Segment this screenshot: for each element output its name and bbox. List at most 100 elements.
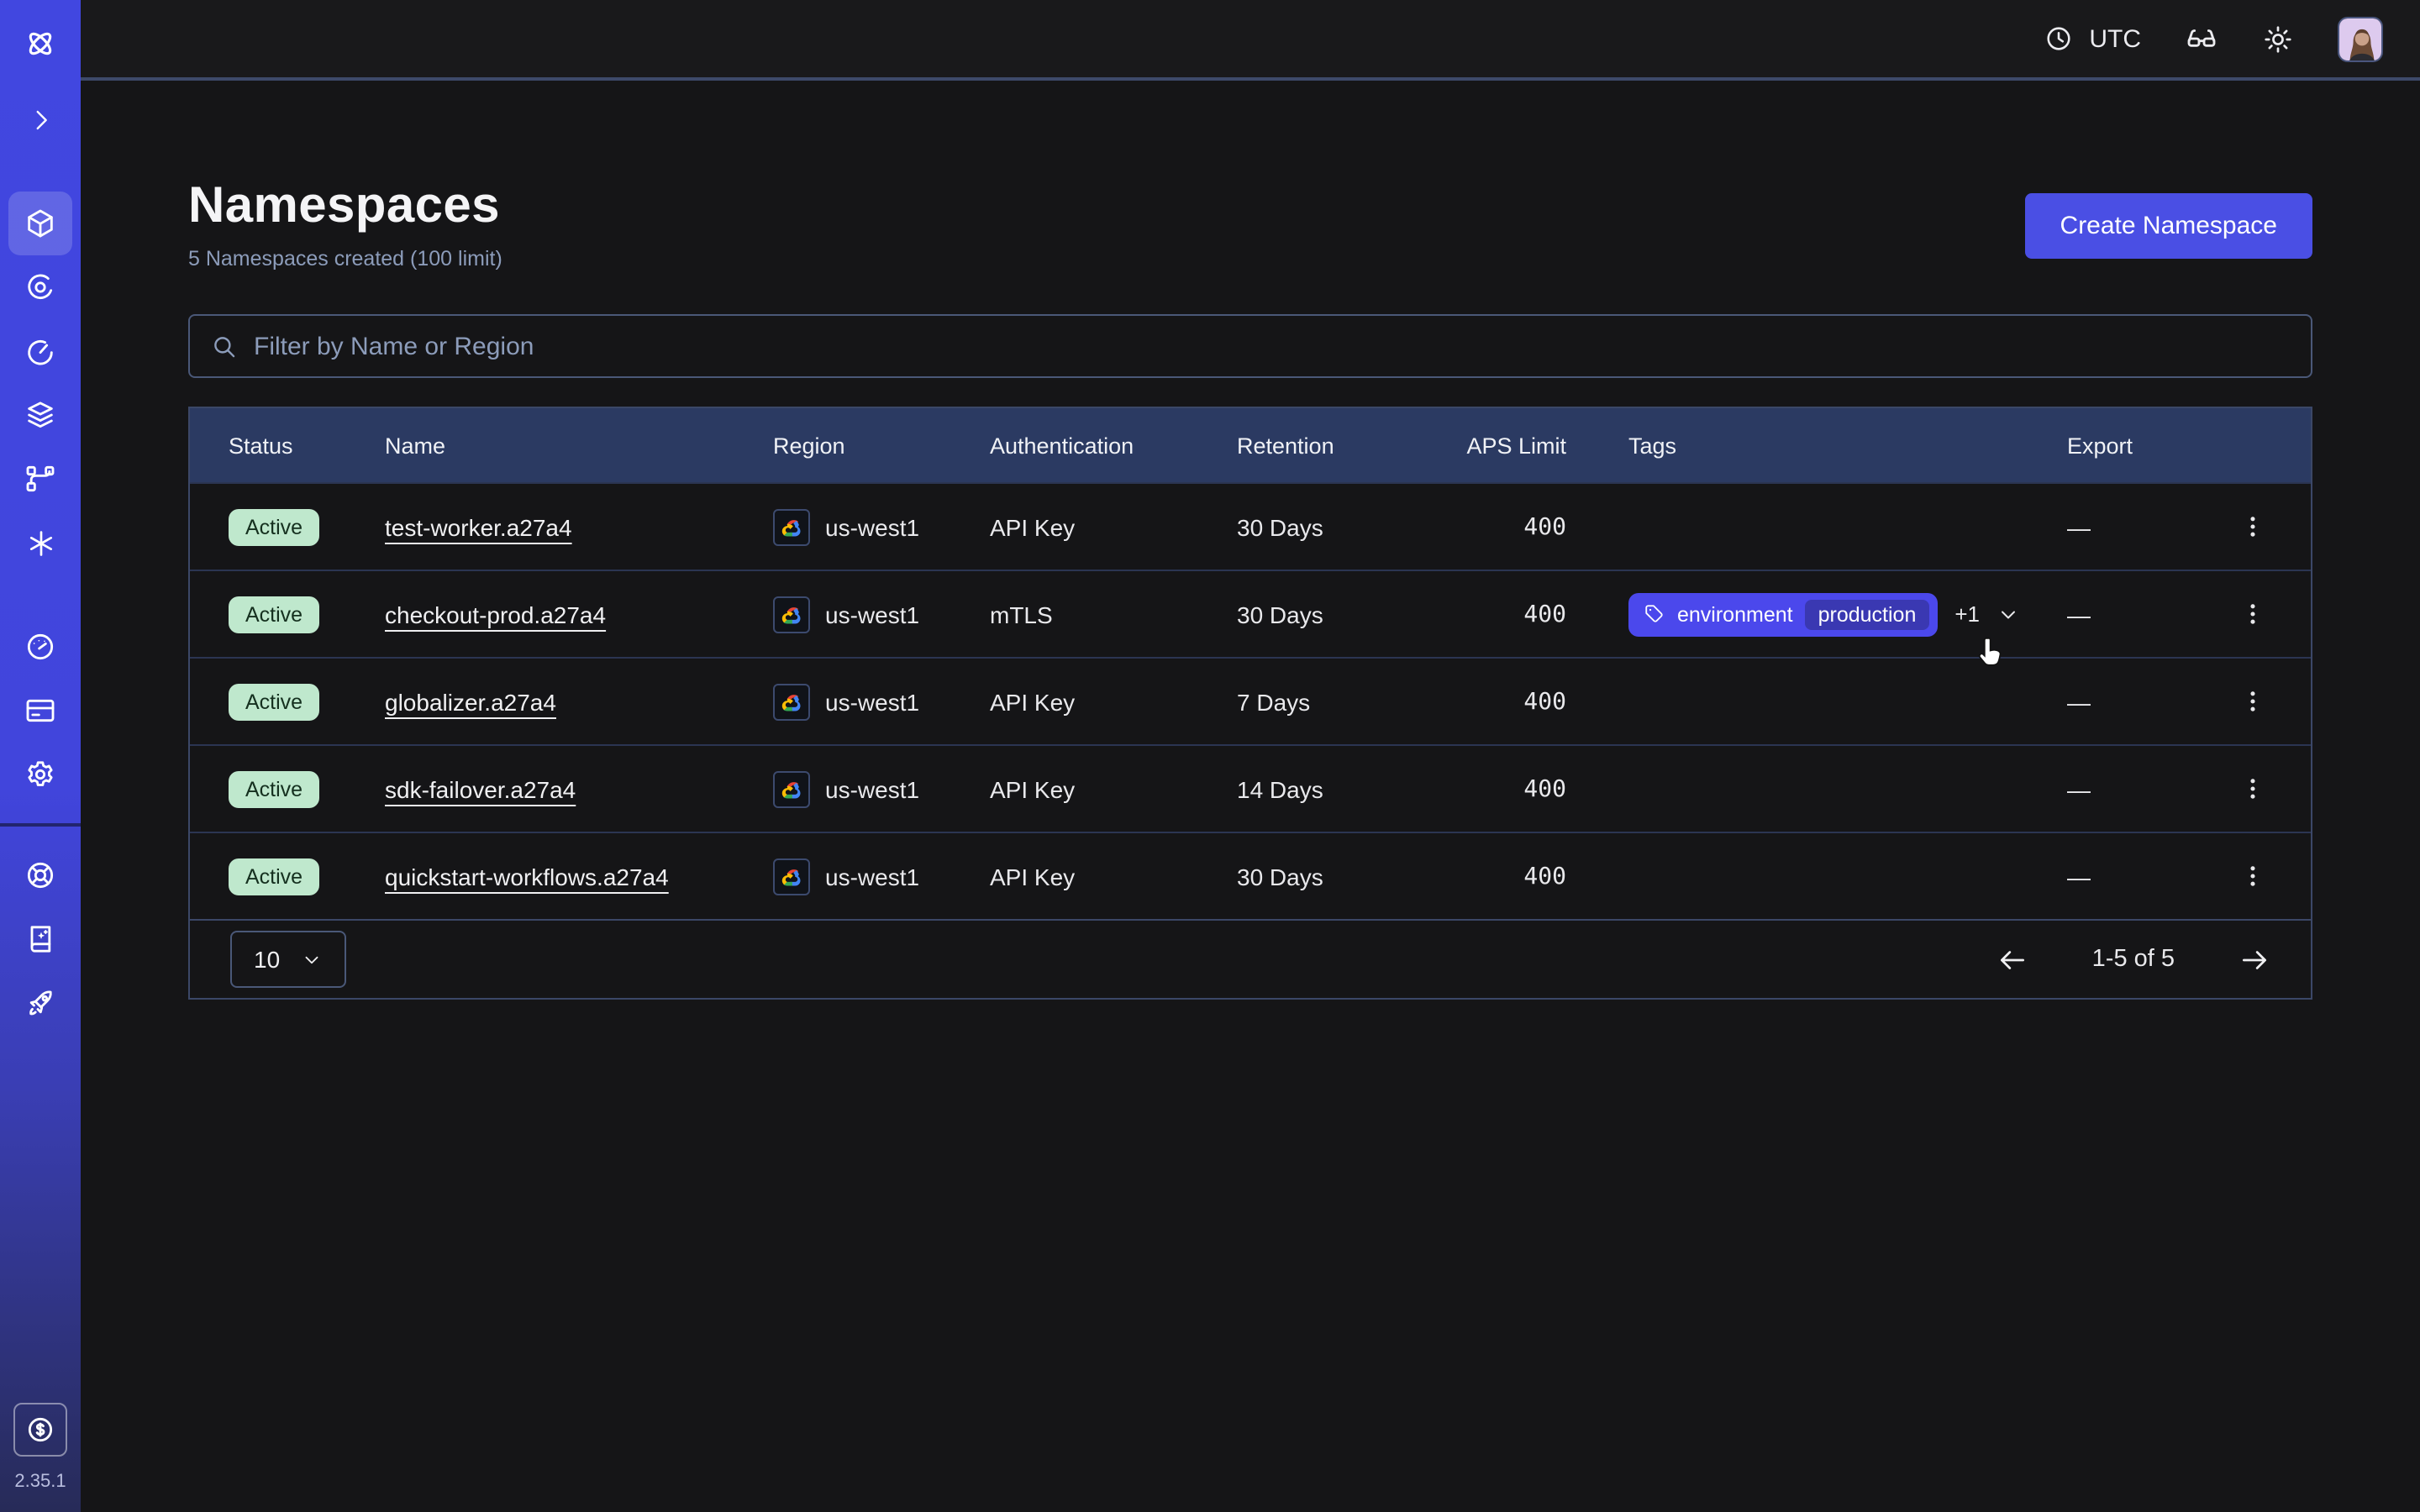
labs-toggle-button[interactable] (2185, 22, 2218, 55)
gear-icon (24, 758, 57, 791)
temporal-logo-icon (22, 25, 59, 62)
sidebar-item-nexus[interactable] (0, 447, 81, 511)
column-header-status: Status (190, 433, 385, 458)
page-title: Namespaces (188, 178, 502, 235)
search-icon (210, 332, 239, 360)
region-label: us-west1 (825, 601, 919, 627)
aps-limit-value: 400 (1428, 775, 1573, 802)
retention-value: 30 Days (1237, 863, 1428, 890)
table-row: Active sdk-failover.a27a4 us-west1 API K… (190, 744, 2311, 832)
sidebar-item-nexus-endpoints[interactable] (0, 511, 81, 575)
create-namespace-button[interactable]: Create Namespace (2025, 193, 2312, 259)
book-sparkle-icon (24, 922, 57, 956)
next-page-button[interactable] (2238, 943, 2270, 975)
page-size-select[interactable]: 10 (230, 931, 345, 988)
namespace-link[interactable]: checkout-prod.a27a4 (385, 601, 606, 627)
lifebuoy-icon (24, 858, 57, 892)
export-value: — (2067, 863, 2091, 890)
namespace-link[interactable]: sdk-failover.a27a4 (385, 775, 576, 802)
tag-icon (1644, 603, 1665, 625)
row-menu-button[interactable] (2238, 687, 2267, 716)
namespace-link[interactable]: test-worker.a27a4 (385, 513, 572, 540)
sidebar-item-usage[interactable] (0, 615, 81, 679)
rocket-icon (24, 986, 57, 1020)
page-size-value: 10 (254, 946, 280, 973)
region-label: us-west1 (825, 863, 919, 890)
chevron-down-icon (300, 948, 322, 970)
kebab-icon (2238, 862, 2267, 890)
retention-value: 30 Days (1237, 513, 1428, 540)
sidebar-item-docs[interactable] (0, 907, 81, 971)
gcp-logo-icon (773, 683, 810, 720)
sidebar-item-support[interactable] (0, 843, 81, 907)
table-row: Active checkout-prod.a27a4 us-west1 mTLS (190, 570, 2311, 657)
status-badge: Active (229, 596, 319, 633)
namespace-link[interactable]: quickstart-workflows.a27a4 (385, 863, 669, 890)
row-menu-button[interactable] (2238, 512, 2267, 541)
column-header-name: Name (385, 433, 773, 458)
sidebar-item-settings[interactable] (0, 743, 81, 806)
auth-method: API Key (990, 775, 1237, 802)
kebab-icon (2238, 600, 2267, 628)
tag-chip[interactable]: environment production (1628, 592, 1938, 636)
table-row: Active test-worker.a27a4 us-west1 API Ke… (190, 482, 2311, 570)
layers-icon (24, 398, 57, 432)
auth-method: mTLS (990, 601, 1237, 627)
pagination-range: 1-5 of 5 (2092, 946, 2175, 973)
previous-page-button[interactable] (1996, 943, 2028, 975)
status-badge: Active (229, 508, 319, 545)
sidebar-item-deployments[interactable] (0, 383, 81, 447)
column-header-region: Region (773, 433, 990, 458)
app-viewport: 2.35.1 UTC (0, 0, 2420, 1512)
page-subtitle: 5 Namespaces created (100 limit) (188, 247, 502, 270)
timezone-label: UTC (2089, 24, 2141, 53)
chevron-right-icon (26, 105, 55, 134)
sidebar: 2.35.1 (0, 0, 81, 1512)
billing-card-icon (24, 694, 57, 727)
column-header-tags: Tags (1573, 433, 2047, 458)
gcp-logo-icon (773, 858, 810, 895)
auth-method: API Key (990, 863, 1237, 890)
sidebar-item-billing[interactable] (0, 679, 81, 743)
sidebar-item-radar[interactable] (0, 255, 81, 319)
export-value: — (2067, 601, 2091, 627)
temporal-logo[interactable] (0, 0, 81, 87)
gcp-logo-icon (773, 596, 810, 633)
radar-icon (24, 270, 57, 304)
gcp-logo-icon (773, 770, 810, 807)
sidebar-divider (0, 823, 81, 827)
sidebar-item-schedules[interactable] (0, 319, 81, 383)
retention-value: 30 Days (1237, 601, 1428, 627)
retention-value: 7 Days (1237, 688, 1428, 715)
kebab-icon (2238, 774, 2267, 803)
dollar-badge-icon (24, 1413, 57, 1446)
export-value: — (2067, 775, 2091, 802)
kebab-icon (2238, 512, 2267, 541)
status-badge: Active (229, 858, 319, 895)
arrow-right-icon (2238, 943, 2270, 975)
sidebar-expand-button[interactable] (0, 87, 81, 151)
topbar: UTC (81, 0, 2420, 81)
namespace-link[interactable]: globalizer.a27a4 (385, 688, 556, 715)
credits-button[interactable] (13, 1403, 67, 1457)
sidebar-item-getting-started[interactable] (0, 971, 81, 1035)
region-label: us-west1 (825, 775, 919, 802)
region-label: us-west1 (825, 513, 919, 540)
table-row: Active globalizer.a27a4 us-west1 API Key (190, 657, 2311, 744)
chevron-down-icon[interactable] (1996, 602, 2020, 626)
user-avatar[interactable] (2338, 16, 2383, 61)
row-menu-button[interactable] (2238, 774, 2267, 803)
timezone-button[interactable]: UTC (2044, 24, 2141, 54)
filter-input[interactable] (254, 332, 2291, 360)
theme-toggle-button[interactable] (2262, 23, 2294, 55)
sidebar-item-namespaces[interactable] (0, 192, 81, 255)
kebab-icon (2238, 687, 2267, 716)
row-menu-button[interactable] (2238, 600, 2267, 628)
export-value: — (2067, 513, 2091, 540)
tags-more-count: +1 (1954, 601, 1980, 627)
arrow-left-icon (1996, 943, 2028, 975)
table-header-row: Status Name Region Authentication Retent… (190, 408, 2311, 482)
row-menu-button[interactable] (2238, 862, 2267, 890)
tag-key: environment (1677, 602, 1793, 626)
namespaces-table: Status Name Region Authentication Retent… (188, 407, 2312, 1000)
